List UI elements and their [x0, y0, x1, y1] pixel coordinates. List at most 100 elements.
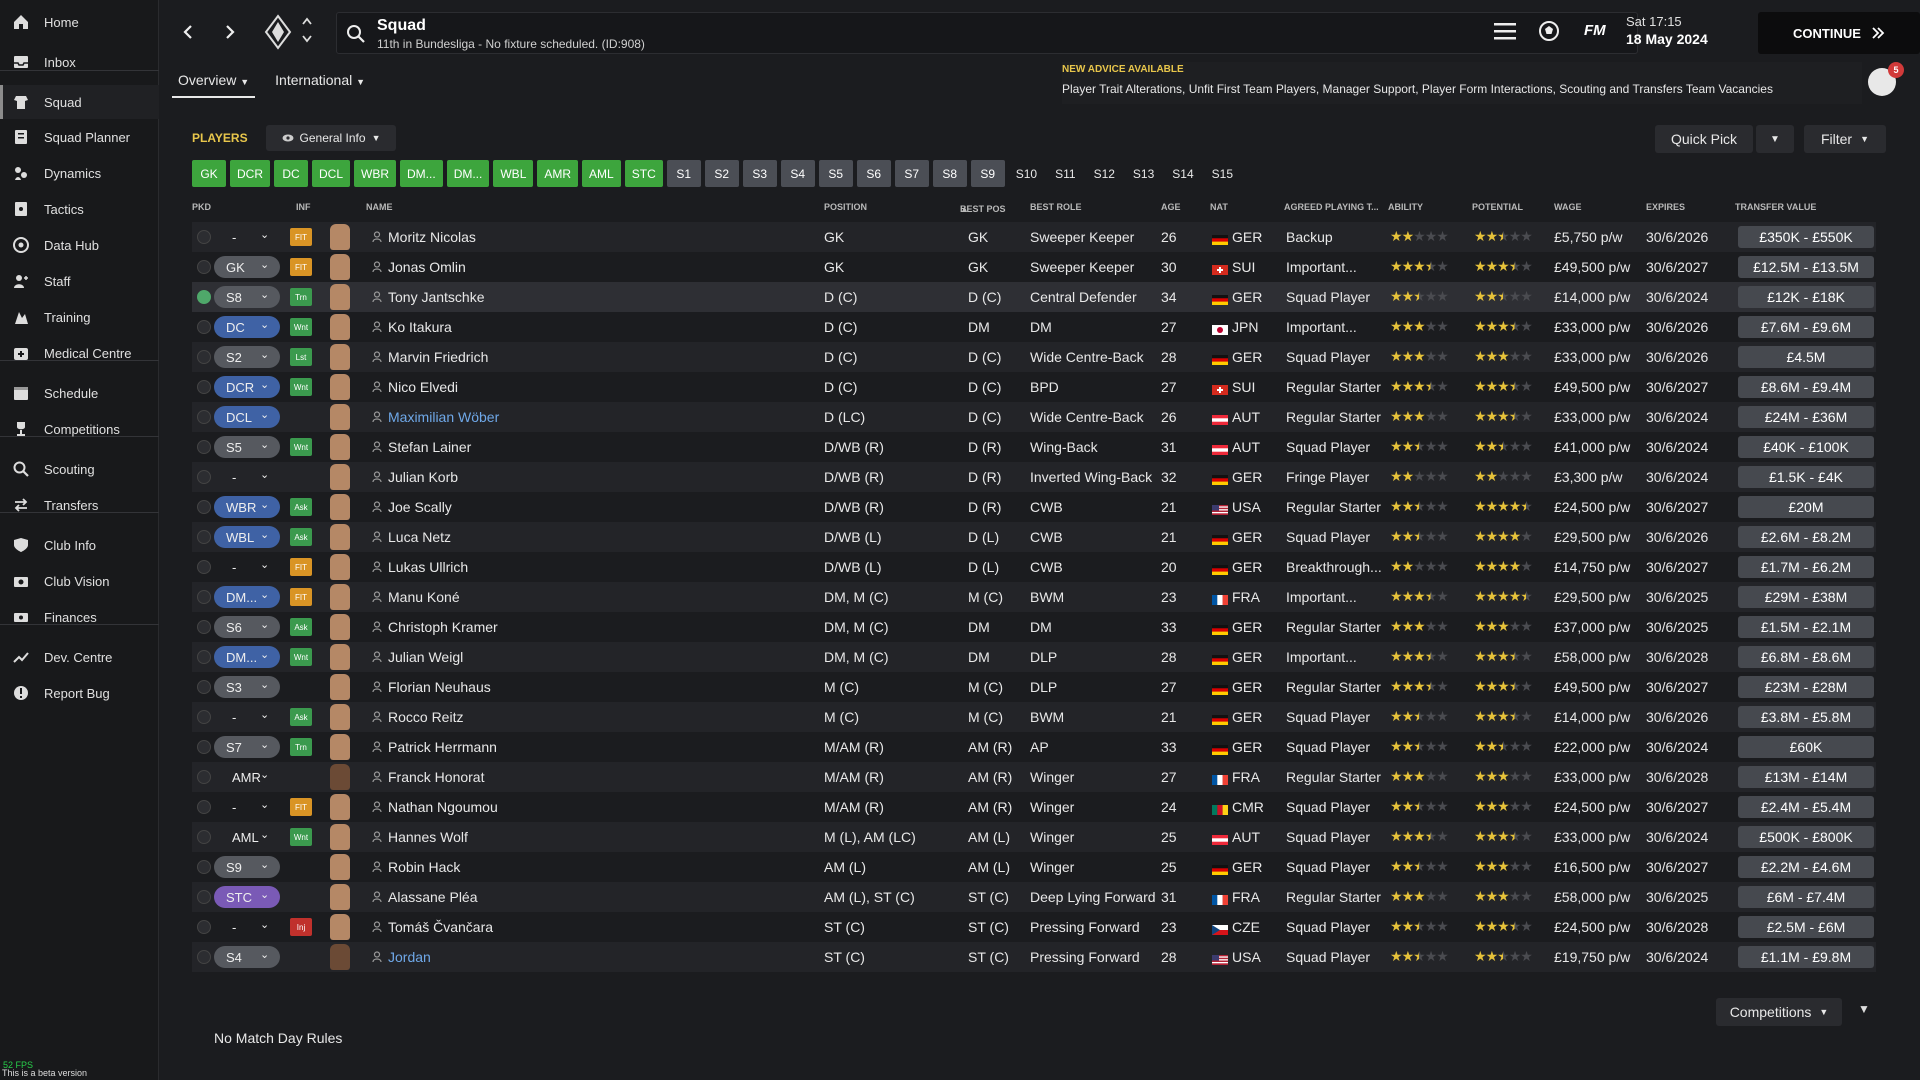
position-chip[interactable]: GK	[192, 160, 226, 187]
football-icon[interactable]	[1538, 20, 1560, 42]
col-best-role[interactable]: BEST ROLE	[1030, 202, 1082, 212]
col-ability[interactable]: ABILITY	[1388, 202, 1423, 212]
position-chip[interactable]: S9	[970, 160, 1005, 187]
tab-overview[interactable]: Overview ▼	[172, 68, 256, 98]
col-potential[interactable]: POTENTIAL	[1472, 202, 1523, 212]
player-name[interactable]: Joe Scally	[388, 499, 452, 515]
table-row[interactable]: AML ⌄ Wnt Hannes Wolf M (L), AM (LC) AM (L) Wi…	[192, 822, 1876, 852]
table-row[interactable]: S6 ⌄ Ask Christoph Kramer DM, M (C) DM DM 33 GER…	[192, 612, 1876, 642]
player-name[interactable]: Nathan Ngoumou	[388, 799, 498, 815]
selection-dropdown[interactable]: S2 ⌄	[214, 346, 280, 368]
position-chip[interactable]: S12	[1087, 160, 1122, 187]
player-name[interactable]: Marvin Friedrich	[388, 349, 488, 365]
player-name[interactable]: Tomáš Čvančara	[388, 919, 493, 935]
sidebar-item-dev-centre[interactable]: Dev. Centre	[0, 640, 159, 674]
sidebar-item-schedule[interactable]: Schedule	[0, 376, 159, 410]
sidebar-item-scouting[interactable]: Scouting	[0, 452, 159, 486]
player-name[interactable]: Hannes Wolf	[388, 829, 468, 845]
col-expires[interactable]: EXPIRES	[1646, 202, 1685, 212]
table-row[interactable]: - ⌄ Ask Rocco Reitz M (C) M (C) BWM 21 GER Squad …	[192, 702, 1876, 732]
position-chip[interactable]: AML	[582, 160, 621, 187]
table-row[interactable]: - ⌄ FIT Nathan Ngoumou M/AM (R) AM (R) Winger 2…	[192, 792, 1876, 822]
position-chip[interactable]: S1	[666, 160, 701, 187]
col-wage[interactable]: WAGE	[1554, 202, 1582, 212]
position-chip[interactable]: WBL	[493, 160, 534, 187]
table-row[interactable]: DM... ⌄ FIT Manu Koné DM, M (C) M (C) BWM 23 FRA…	[192, 582, 1876, 612]
search-bar[interactable]: Squad 11th in Bundesliga - No fixture sc…	[336, 12, 1638, 54]
col-name[interactable]: NAME	[366, 202, 393, 212]
position-chip[interactable]: DC	[274, 160, 308, 187]
row-checkbox[interactable]	[197, 710, 211, 724]
position-chip[interactable]: S2	[704, 160, 739, 187]
selection-dropdown[interactable]: - ⌄	[214, 556, 280, 578]
sidebar-item-club-info[interactable]: Club Info	[0, 528, 159, 562]
forward-button[interactable]	[218, 18, 242, 46]
table-row[interactable]: - ⌄ FIT Lukas Ullrich D/WB (L) D (L) CWB 20 GER B…	[192, 552, 1876, 582]
position-chip[interactable]: S14	[1165, 160, 1200, 187]
position-chip[interactable]: S7	[894, 160, 929, 187]
col-pkd[interactable]: PKD	[192, 202, 211, 212]
selection-dropdown[interactable]: WBR ⌄	[214, 496, 280, 518]
quick-pick-dropdown[interactable]: ▼	[1756, 125, 1794, 153]
col-nat[interactable]: NAT	[1210, 202, 1228, 212]
menu-icon[interactable]	[1492, 20, 1518, 42]
row-checkbox[interactable]	[197, 740, 211, 754]
row-checkbox[interactable]	[197, 950, 211, 964]
sidebar-item-training[interactable]: Training	[0, 300, 159, 334]
row-checkbox[interactable]	[197, 290, 211, 304]
position-chip[interactable]: S5	[818, 160, 853, 187]
table-row[interactable]: DM... ⌄ Wnt Julian Weigl DM, M (C) DM DLP 28 GER…	[192, 642, 1876, 672]
row-checkbox[interactable]	[197, 260, 211, 274]
table-row[interactable]: DCR ⌄ Wnt Nico Elvedi D (C) D (C) BPD 27 SUI Regu…	[192, 372, 1876, 402]
row-checkbox[interactable]	[197, 500, 211, 514]
player-name[interactable]: Jonas Omlin	[388, 259, 466, 275]
col-position[interactable]: POSITION	[824, 202, 867, 212]
position-chip[interactable]: DCL	[312, 160, 351, 187]
sidebar-item-data-hub[interactable]: Data Hub	[0, 228, 159, 262]
selection-dropdown[interactable]: S8 ⌄	[214, 286, 280, 308]
position-chip[interactable]: STC	[624, 160, 663, 187]
position-chip[interactable]: DM...	[400, 160, 443, 187]
position-chip[interactable]: S6	[856, 160, 891, 187]
row-checkbox[interactable]	[197, 890, 211, 904]
tab-international[interactable]: International ▼	[269, 68, 371, 98]
sidebar-item-dynamics[interactable]: Dynamics	[0, 156, 159, 190]
row-checkbox[interactable]	[197, 800, 211, 814]
player-name[interactable]: Jordan	[388, 949, 431, 965]
selection-dropdown[interactable]: S9 ⌄	[214, 856, 280, 878]
selection-dropdown[interactable]: AMR ⌄	[214, 766, 280, 788]
player-name[interactable]: Luca Netz	[388, 529, 451, 545]
row-checkbox[interactable]	[197, 440, 211, 454]
sidebar-item-finances[interactable]: Finances	[0, 600, 159, 634]
player-name[interactable]: Franck Honorat	[388, 769, 484, 785]
player-name[interactable]: Christoph Kramer	[388, 619, 498, 635]
table-row[interactable]: AMR ⌄ Franck Honorat M/AM (R) AM (R) Winger 27…	[192, 762, 1876, 792]
position-chip[interactable]: S4	[780, 160, 815, 187]
position-chip[interactable]: S15	[1205, 160, 1240, 187]
player-name[interactable]: Florian Neuhaus	[388, 679, 491, 695]
sidebar-item-tactics[interactable]: Tactics	[0, 192, 159, 226]
player-name[interactable]: Lukas Ullrich	[388, 559, 468, 575]
selection-dropdown[interactable]: GK ⌄	[214, 256, 280, 278]
position-chip[interactable]: DCR	[230, 160, 270, 187]
club-switch-arrows-icon[interactable]	[300, 16, 314, 49]
table-row[interactable]: WBR ⌄ Ask Joe Scally D/WB (R) D (R) CWB 21 USA Re…	[192, 492, 1876, 522]
col-agreed-playing-time[interactable]: AGREED PLAYING T...	[1284, 202, 1379, 212]
collapse-panel-icon[interactable]: ▼	[1858, 1002, 1870, 1016]
selection-dropdown[interactable]: - ⌄	[214, 796, 280, 818]
row-checkbox[interactable]	[197, 860, 211, 874]
row-checkbox[interactable]	[197, 530, 211, 544]
sidebar-item-report-bug[interactable]: Report Bug	[0, 676, 159, 710]
selection-dropdown[interactable]: DM... ⌄	[214, 586, 280, 608]
table-row[interactable]: DC ⌄ Wnt Ko Itakura D (C) DM DM 27 JPN Important.…	[192, 312, 1876, 342]
continue-button[interactable]: CONTINUE	[1758, 12, 1920, 54]
sidebar-item-competitions[interactable]: Competitions	[0, 412, 159, 446]
selection-dropdown[interactable]: S7 ⌄	[214, 736, 280, 758]
selection-dropdown[interactable]: STC ⌄	[214, 886, 280, 908]
selection-dropdown[interactable]: - ⌄	[214, 466, 280, 488]
back-button[interactable]	[176, 18, 200, 46]
selection-dropdown[interactable]: S3 ⌄	[214, 676, 280, 698]
row-checkbox[interactable]	[197, 380, 211, 394]
fm-logo[interactable]: FM	[1584, 22, 1606, 39]
selection-dropdown[interactable]: DCR ⌄	[214, 376, 280, 398]
